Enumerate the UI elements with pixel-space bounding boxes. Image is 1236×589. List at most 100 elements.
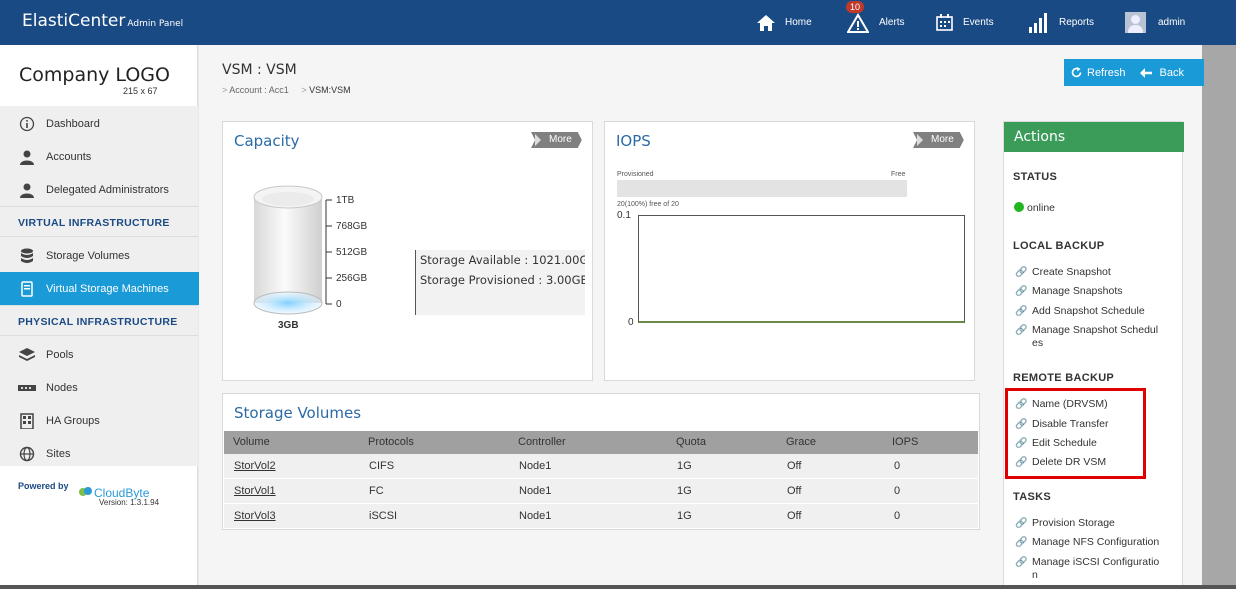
add-snapshot-schedule-link[interactable]: 🔗 Add Snapshot Schedule [1015, 305, 1175, 318]
column-header[interactable]: Quota [676, 431, 706, 454]
capacity-axis-tick: 256GB [336, 273, 368, 284]
username: admin [1158, 17, 1186, 28]
status-indicator: online [1014, 202, 1055, 214]
table-cell: Off [787, 460, 802, 472]
breadcrumb: > Account : Acc1 > VSM:VSM [222, 85, 351, 95]
provision-storage-link[interactable]: 🔗 Provision Storage [1015, 517, 1175, 530]
storage-summary: Storage Available : 1021.00G Storage Pro… [415, 250, 585, 315]
storage-volumes-title: Storage Volumes [234, 404, 362, 422]
sidebar-item-label: HA Groups [46, 414, 100, 427]
iops-free-text: 20(100%) free of 20 [617, 201, 679, 208]
action-label: Add Snapshot Schedule [1032, 305, 1145, 317]
nav-alerts[interactable]: 10 Alerts [846, 0, 905, 45]
sidebar-item-sites[interactable]: Sites [0, 437, 198, 470]
iops-provisioned-label: Provisioned [617, 171, 654, 178]
back-label: Back [1159, 66, 1184, 79]
sidebar-item-delegated-admins[interactable]: Delegated Administrators [0, 173, 198, 206]
sidebar-item-label: Virtual Storage Machines [46, 282, 169, 295]
alert-icon [847, 12, 869, 33]
brand[interactable]: ElastiCenter Admin Panel [22, 11, 183, 31]
remote-backup-heading: REMOTE BACKUP [1013, 372, 1115, 384]
sidebar-item-nodes[interactable]: Nodes [0, 371, 198, 404]
bar-chart-icon [1029, 12, 1047, 33]
sidebar-item-accounts[interactable]: Accounts [0, 140, 198, 173]
column-header[interactable]: Volume [233, 431, 270, 454]
iops-free-label: Free [891, 171, 906, 178]
iops-axis-top: 0.1 [617, 210, 631, 221]
scrollbar[interactable] [1202, 45, 1236, 589]
column-header[interactable]: IOPS [892, 431, 918, 454]
manage-snapshots-link[interactable]: 🔗 Manage Snapshots [1015, 285, 1175, 298]
divider [0, 236, 198, 237]
volume-link[interactable]: StorVol3 [234, 504, 276, 529]
column-header[interactable]: Protocols [368, 431, 414, 454]
sidebar-menu: Dashboard Accounts Delegated Administrat… [0, 106, 217, 466]
sidebar-item-virtual-storage-machines[interactable]: Virtual Storage Machines [0, 272, 217, 305]
table-cell: 0 [894, 510, 901, 522]
action-label: Create Snapshot [1032, 266, 1111, 278]
table-cell: iSCSI [369, 510, 398, 522]
table-cell: FC [369, 485, 384, 497]
nav-reports[interactable]: Reports [1029, 0, 1094, 45]
nav-user-menu[interactable]: admin [1125, 0, 1185, 45]
divider [0, 335, 198, 336]
table-cell: 1G [677, 460, 692, 472]
manage-snapshot-schedules-link[interactable]: 🔗 Manage Snapshot Schedules [1015, 324, 1163, 350]
divider [0, 206, 198, 207]
logo-title: Company LOGO [19, 64, 170, 86]
link-icon: 🔗 [1015, 557, 1028, 568]
refresh-icon [1071, 67, 1082, 78]
iops-axis-bottom: 0 [628, 317, 634, 328]
back-button[interactable]: Back [1126, 59, 1184, 86]
capacity-axis-tick: 1TB [336, 195, 355, 206]
more-label: More [549, 134, 572, 145]
user-icon [18, 148, 36, 166]
divider [0, 305, 198, 306]
more-label: More [931, 134, 954, 145]
brand-name: ElastiCenter [22, 11, 126, 31]
tasks-heading: TASKS [1013, 491, 1051, 503]
brand-subtitle: Admin Panel [127, 19, 184, 29]
actions-panel: Actions STATUS online LOCAL BACKUP 🔗 Crea… [1003, 121, 1184, 589]
refresh-button[interactable]: Refresh [1064, 59, 1126, 86]
sidebar-item-dashboard[interactable]: Dashboard [0, 107, 198, 140]
arrow-left-icon [1139, 67, 1152, 78]
table-cell: Off [787, 485, 802, 497]
sidebar-item-pools[interactable]: Pools [0, 338, 198, 371]
nav-home[interactable]: Home [757, 0, 812, 45]
layers-icon [18, 346, 36, 364]
iops-usage-bar [617, 180, 907, 197]
sidebar-item-label: Pools [46, 348, 74, 361]
home-icon [757, 14, 775, 31]
breadcrumb-account[interactable]: Account : Acc1 [229, 85, 289, 95]
nav-events[interactable]: Events [936, 0, 994, 45]
table-cell: Node1 [519, 485, 552, 497]
table-cell: 1G [677, 510, 692, 522]
sidebar-item-storage-volumes[interactable]: Storage Volumes [0, 239, 198, 272]
capacity-axis [325, 199, 332, 305]
column-header[interactable]: Controller [518, 431, 566, 454]
manage-iscsi-configuration-link[interactable]: 🔗 Manage iSCSI Configuration [1015, 556, 1163, 582]
link-icon: 🔗 [1015, 267, 1028, 278]
volume-link[interactable]: StorVol1 [234, 479, 276, 504]
sidebar: Company LOGO 215 x 67 Dashboard Accounts… [0, 45, 217, 589]
section-virtual-infrastructure: VIRTUAL INFRASTRUCTURE [18, 217, 170, 229]
sidebar-item-ha-groups[interactable]: HA Groups [0, 404, 198, 437]
nav-home-label: Home [785, 17, 812, 28]
capacity-axis-tick: 512GB [336, 247, 368, 258]
volume-link[interactable]: StorVol2 [234, 454, 276, 479]
action-label: Provision Storage [1032, 517, 1115, 529]
logo-size: 215 x 67 [123, 86, 158, 96]
column-header[interactable]: Grace [786, 431, 816, 454]
manage-nfs-configuration-link[interactable]: 🔗 Manage NFS Configuration [1015, 536, 1175, 549]
create-snapshot-link[interactable]: 🔗 Create Snapshot [1015, 266, 1175, 279]
page-title: VSM : VSM [222, 62, 297, 78]
sidebar-item-label: Accounts [46, 150, 92, 163]
sidebar-item-label: Delegated Administrators [46, 183, 169, 196]
iops-more-button[interactable]: More [913, 132, 964, 148]
capacity-used-label: 3GB [278, 320, 299, 331]
capacity-axis-tick: 768GB [336, 221, 368, 232]
capacity-more-button[interactable]: More [531, 132, 582, 148]
action-label: Manage iSCSI Configuration [1032, 556, 1160, 581]
local-backup-heading: LOCAL BACKUP [1013, 240, 1105, 252]
